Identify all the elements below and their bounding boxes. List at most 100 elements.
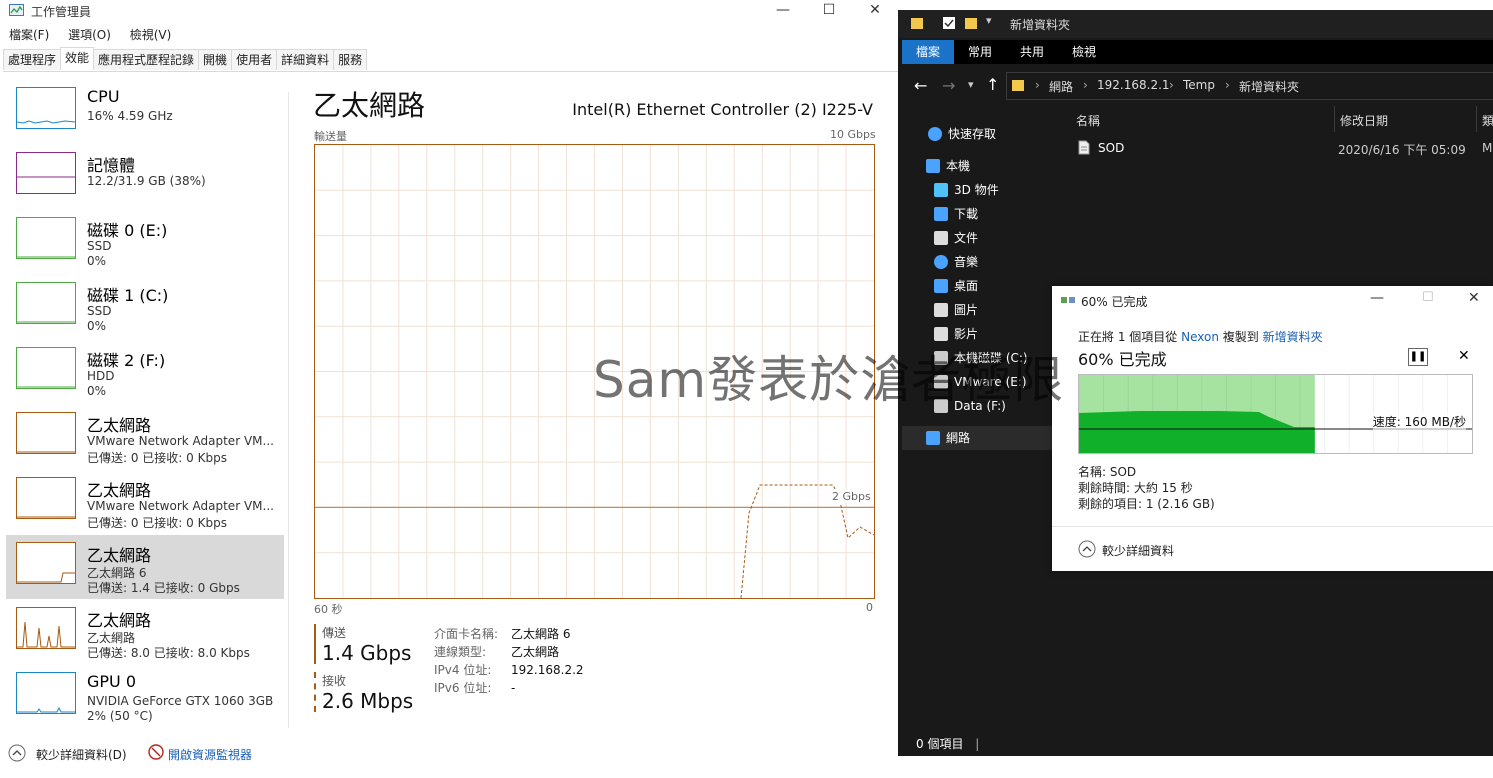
sidebar-item-subtitle: NVIDIA GeForce GTX 1060 3GB <box>87 694 274 708</box>
adapter-name: Intel(R) Ethernet Controller (2) I225-V <box>572 100 873 119</box>
maximize-button[interactable]: ☐ <box>806 0 852 22</box>
tab-services[interactable]: 服務 <box>333 49 368 70</box>
source-link[interactable]: Nexon <box>1181 330 1219 344</box>
nav-item[interactable]: 本機 <box>902 154 1055 178</box>
sidebar-item[interactable]: GPU 0 NVIDIA GeForce GTX 1060 3GB 2% (50 °… <box>6 665 284 729</box>
sidebar-item-subtitle: 16% 4.59 GHz <box>87 109 173 123</box>
fewer-details-button[interactable]: 較少詳細資料(D) <box>36 746 127 763</box>
recent-locations-icon[interactable]: ▾ <box>968 78 974 91</box>
nav-item-label: 快速存取 <box>948 127 997 141</box>
status-separator: | <box>975 737 980 751</box>
up-icon[interactable]: ↑ <box>986 75 999 94</box>
copy-details: 名稱: SOD 剩餘時間: 大約 15 秒 剩餘的項目: 1 (2.16 GB) <box>1078 464 1215 512</box>
menu-options[interactable]: 選項(O) <box>68 24 111 46</box>
column-name[interactable]: 名稱 <box>1076 112 1100 129</box>
sidebar-item-thumbnail <box>16 607 76 649</box>
tab-processes[interactable]: 處理程序 <box>3 49 62 70</box>
sidebar-item[interactable]: 乙太網路 乙太網路 6 已傳送: 1.4 已接收: 0 Gbps <box>6 535 284 599</box>
speed-label: 速度: 160 MB/秒 <box>1372 413 1466 430</box>
sidebar-item-thumbnail <box>16 282 76 324</box>
graph-x-right: 0 <box>866 601 873 614</box>
sidebar-item-subtitle: SSD <box>87 239 112 253</box>
sidebar-item-title: 乙太網路 <box>87 481 152 500</box>
sidebar-item-title: 乙太網路 <box>87 611 152 630</box>
breadcrumb-temp[interactable]: Temp <box>1183 78 1215 92</box>
pause-button[interactable]: ❚❚ <box>1408 348 1428 366</box>
ribbon-tab-view[interactable]: 檢視 <box>1058 40 1110 64</box>
ribbon-tab-home[interactable]: 常用 <box>954 40 1006 64</box>
nav-item-label: 網路 <box>946 431 971 445</box>
ribbon-tab-file[interactable]: 檔案 <box>902 40 955 64</box>
nav-item[interactable]: 網路 <box>902 426 1055 450</box>
copy-remaining-time: 剩餘時間: 大約 15 秒 <box>1078 481 1193 495</box>
nav-item[interactable]: 快速存取 <box>902 122 1055 146</box>
sidebar-item[interactable]: 乙太網路 乙太網路 已傳送: 8.0 已接收: 8.0 Kbps <box>6 600 284 664</box>
graph-x-left: 60 秒 <box>314 603 343 616</box>
back-icon[interactable]: ← <box>914 76 927 95</box>
sidebar-item-thumbnail <box>16 412 76 454</box>
sidebar-item[interactable]: 記憶體 12.2/31.9 GB (38%) <box>6 145 284 209</box>
nav-item[interactable]: 下載 <box>902 202 1055 226</box>
tab-startup[interactable]: 開機 <box>198 49 233 70</box>
menu-file[interactable]: 檔案(F) <box>9 24 49 46</box>
sidebar-item[interactable]: 磁碟 2 (F:) HDD 0% <box>6 340 284 404</box>
sidebar-item[interactable]: CPU 16% 4.59 GHz <box>6 80 284 144</box>
nav-item[interactable]: 文件 <box>902 226 1055 250</box>
properties-icon[interactable] <box>942 16 956 30</box>
table-row[interactable]: SOD 2020/6/16 下午 05:09 M <box>1058 136 1493 160</box>
fewer-details-button[interactable]: 較少詳細資料 <box>1102 542 1174 559</box>
maximize-button[interactable]: ☐ <box>1422 290 1434 305</box>
column-separator[interactable] <box>1476 106 1477 132</box>
detail-value: 乙太網路 <box>511 645 560 659</box>
download-icon <box>934 207 948 221</box>
chevron-up-icon[interactable] <box>1078 540 1096 558</box>
column-date[interactable]: 修改日期 <box>1340 112 1388 129</box>
sidebar-item-subtitle: VMware Network Adapter VM... <box>87 499 274 513</box>
tab-app-history[interactable]: 應用程式歷程記錄 <box>93 49 200 70</box>
sidebar-item-title: 乙太網路 <box>87 546 152 565</box>
nav-item[interactable]: 桌面 <box>902 274 1055 298</box>
forward-icon[interactable]: → <box>942 76 955 95</box>
sidebar-item[interactable]: 乙太網路 VMware Network Adapter VM... 已傳送: 0 已… <box>6 405 284 469</box>
nav-item[interactable]: 音樂 <box>902 250 1055 274</box>
nav-item[interactable]: 3D 物件 <box>902 178 1055 202</box>
sidebar-item-subtitle: VMware Network Adapter VM... <box>87 434 274 448</box>
tab-users[interactable]: 使用者 <box>231 49 278 70</box>
close-button[interactable]: ✕ <box>1468 290 1480 306</box>
column-headers: 名稱 修改日期 類 <box>1058 106 1493 132</box>
close-button[interactable]: ✕ <box>852 0 898 22</box>
minimize-button[interactable]: — <box>1370 290 1384 306</box>
breadcrumb-current[interactable]: 新增資料夾 <box>1239 78 1299 95</box>
ribbon-tab-share[interactable]: 共用 <box>1006 40 1058 64</box>
minimize-button[interactable]: — <box>760 0 806 22</box>
sidebar-item-thumbnail <box>16 217 76 259</box>
sidebar-item-sparkline <box>17 621 75 648</box>
performance-sidebar: CPU 16% 4.59 GHz 記憶體 12.2/31.9 GB (38%) 磁碟 0… <box>6 80 284 730</box>
quick-access-dropdown-icon[interactable]: ▾ <box>986 14 992 27</box>
sidebar-item-subtitle: HDD <box>87 369 115 383</box>
menu-view[interactable]: 檢視(V) <box>130 24 172 46</box>
window-gap <box>898 756 1493 778</box>
tab-performance[interactable]: 效能 <box>60 47 95 70</box>
column-type[interactable]: 類 <box>1482 112 1493 129</box>
sidebar-item[interactable]: 乙太網路 VMware Network Adapter VM... 已傳送: 0 已… <box>6 470 284 534</box>
nav-item[interactable]: 圖片 <box>902 298 1055 322</box>
nav-item-label: 圖片 <box>954 303 979 317</box>
breadcrumb-network[interactable]: 網路 <box>1049 78 1073 95</box>
nav-item-label: 桌面 <box>954 279 979 293</box>
copy-description: 正在將 1 個項目從 Nexon 複製到 新增資料夾 <box>1078 328 1323 345</box>
destination-link[interactable]: 新增資料夾 <box>1263 330 1323 344</box>
chevron-up-icon[interactable] <box>8 744 26 762</box>
new-folder-icon[interactable] <box>964 16 978 30</box>
sidebar-item[interactable]: 磁碟 0 (E:) SSD 0% <box>6 210 284 274</box>
breadcrumb-host[interactable]: 192.168.2.1 <box>1097 78 1170 92</box>
tab-details[interactable]: 詳細資料 <box>276 49 335 70</box>
open-resource-monitor-link[interactable]: 開啟資源監視器 <box>168 746 252 763</box>
cancel-button[interactable]: ✕ <box>1458 348 1470 364</box>
folder-icon <box>1011 78 1025 92</box>
address-bar[interactable]: › 網路 › 192.168.2.1 › Temp › 新增資料夾 <box>1006 72 1493 100</box>
sidebar-item-thumbnail <box>16 672 76 714</box>
sidebar-item[interactable]: 磁碟 1 (C:) SSD 0% <box>6 275 284 339</box>
column-separator[interactable] <box>1334 106 1335 132</box>
receive-stat: 接收 2.6 Mbps <box>314 672 413 713</box>
